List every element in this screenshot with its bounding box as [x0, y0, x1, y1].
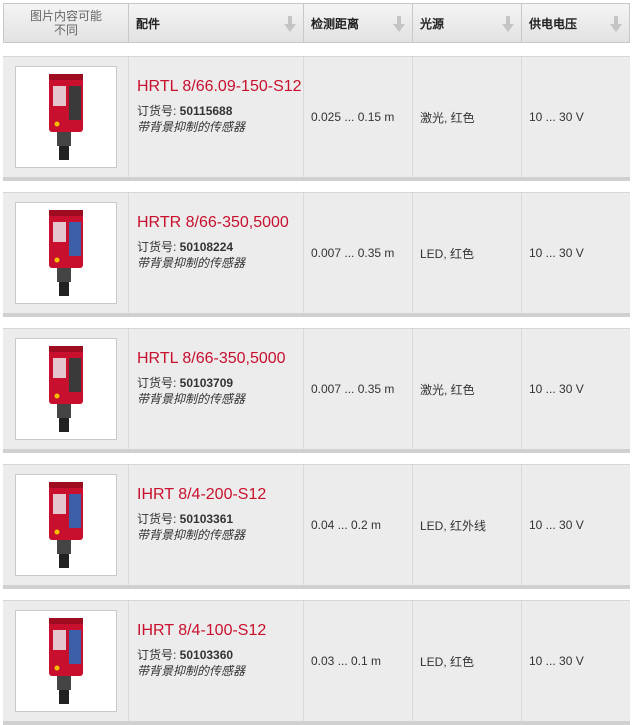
- order-number: 订货号: 50103709: [137, 376, 234, 390]
- part-cell: HRTR 8/66-350,5000 订货号: 50108224 带背景抑制的传…: [129, 193, 304, 313]
- range-cell: 0.04 ... 0.2 m: [304, 465, 413, 585]
- sensor-icon: [48, 210, 83, 296]
- sort-arrow-icon[interactable]: [392, 15, 406, 33]
- detection-range: 0.007 ... 0.35 m: [311, 246, 395, 260]
- sensor-icon: [48, 346, 83, 432]
- detection-range: 0.025 ... 0.15 m: [311, 110, 395, 124]
- range-cell: 0.007 ... 0.35 m: [304, 193, 413, 313]
- voltage-cell: 10 ... 30 V: [522, 329, 630, 449]
- detection-range: 0.04 ... 0.2 m: [311, 518, 382, 532]
- part-cell: HRTL 8/66-350,5000 订货号: 50103709 带背景抑制的传…: [129, 329, 304, 449]
- sort-arrow-icon[interactable]: [501, 15, 515, 33]
- part-cell: IHRT 8/4-100-S12 订货号: 50103360 带背景抑制的传感器: [129, 601, 304, 721]
- part-cell: IHRT 8/4-200-S12 订货号: 50103361 带背景抑制的传感器: [129, 465, 304, 585]
- light-cell: LED, 红色: [413, 601, 522, 721]
- light-source: 激光, 红色: [420, 110, 475, 125]
- table-row: HRTR 8/66-350,5000 订货号: 50108224 带背景抑制的传…: [3, 192, 630, 317]
- header-image-col-label: 图片内容可能不同: [29, 9, 102, 37]
- order-number: 订货号: 50103360: [137, 648, 234, 662]
- supply-voltage: 10 ... 30 V: [529, 382, 584, 396]
- header-image-col: 图片内容可能不同: [3, 3, 129, 43]
- supply-voltage: 10 ... 30 V: [529, 246, 584, 260]
- sort-arrow-icon[interactable]: [283, 15, 297, 33]
- order-number: 订货号: 50108224: [137, 240, 234, 254]
- header-part-label: 配件: [136, 16, 161, 31]
- product-link[interactable]: IHRT 8/4-200-S12: [137, 485, 303, 505]
- header-light-label: 光源: [420, 16, 445, 31]
- product-link[interactable]: HRTL 8/66-350,5000: [137, 349, 303, 369]
- voltage-cell: 10 ... 30 V: [522, 57, 630, 177]
- header-voltage-label: 供电电压: [529, 16, 578, 31]
- detection-range: 0.03 ... 0.1 m: [311, 654, 382, 668]
- light-cell: LED, 红外线: [413, 465, 522, 585]
- table-row: IHRT 8/4-200-S12 订货号: 50103361 带背景抑制的传感器…: [3, 464, 630, 589]
- supply-voltage: 10 ... 30 V: [529, 518, 584, 532]
- voltage-cell: 10 ... 30 V: [522, 193, 630, 313]
- product-description: 带背景抑制的传感器: [137, 664, 246, 678]
- header-light[interactable]: 光源: [413, 3, 522, 43]
- header-voltage[interactable]: 供电电压: [522, 3, 630, 43]
- light-source: LED, 红色: [420, 246, 475, 261]
- product-image[interactable]: [14, 610, 117, 712]
- voltage-cell: 10 ... 30 V: [522, 601, 630, 721]
- light-source: LED, 红色: [420, 654, 475, 669]
- table-row: HRTL 8/66-350,5000 订货号: 50103709 带背景抑制的传…: [3, 328, 630, 453]
- product-description: 带背景抑制的传感器: [137, 528, 246, 542]
- sensor-icon: [48, 482, 83, 568]
- range-cell: 0.03 ... 0.1 m: [304, 601, 413, 721]
- image-cell: [3, 465, 129, 585]
- sensor-icon: [48, 74, 83, 160]
- product-image[interactable]: [14, 474, 117, 576]
- supply-voltage: 10 ... 30 V: [529, 110, 584, 124]
- table-row: HRTL 8/66.09-150-S12 订货号: 50115688 带背景抑制…: [3, 56, 630, 181]
- voltage-cell: 10 ... 30 V: [522, 465, 630, 585]
- light-cell: 激光, 红色: [413, 329, 522, 449]
- header-range[interactable]: 检测距离: [304, 3, 413, 43]
- light-source: 激光, 红色: [420, 382, 475, 397]
- order-number: 订货号: 50103361: [137, 512, 234, 526]
- range-cell: 0.025 ... 0.15 m: [304, 57, 413, 177]
- header-part[interactable]: 配件: [129, 3, 304, 43]
- detection-range: 0.007 ... 0.35 m: [311, 382, 395, 396]
- table-header: 图片内容可能不同 配件 检测距离 光源 供电电压: [3, 3, 630, 43]
- product-description: 带背景抑制的传感器: [137, 256, 246, 270]
- part-cell: HRTL 8/66.09-150-S12 订货号: 50115688 带背景抑制…: [129, 57, 304, 177]
- light-cell: LED, 红色: [413, 193, 522, 313]
- order-number: 订货号: 50115688: [137, 104, 233, 118]
- product-link[interactable]: IHRT 8/4-100-S12: [137, 621, 303, 641]
- product-link[interactable]: HRTR 8/66-350,5000: [137, 213, 303, 233]
- image-cell: [3, 329, 129, 449]
- table-row: IHRT 8/4-100-S12 订货号: 50103360 带背景抑制的传感器…: [3, 600, 630, 725]
- sort-arrow-icon[interactable]: [609, 15, 623, 33]
- product-image[interactable]: [14, 66, 117, 168]
- product-link[interactable]: HRTL 8/66.09-150-S12: [137, 77, 303, 97]
- product-image[interactable]: [14, 338, 117, 440]
- product-description: 带背景抑制的传感器: [137, 120, 246, 134]
- header-range-label: 检测距离: [311, 16, 360, 31]
- range-cell: 0.007 ... 0.35 m: [304, 329, 413, 449]
- image-cell: [3, 193, 129, 313]
- sensor-icon: [48, 618, 83, 704]
- product-image[interactable]: [14, 202, 117, 304]
- product-description: 带背景抑制的传感器: [137, 392, 246, 406]
- image-cell: [3, 601, 129, 721]
- light-cell: 激光, 红色: [413, 57, 522, 177]
- light-source: LED, 红外线: [420, 518, 487, 533]
- image-cell: [3, 57, 129, 177]
- supply-voltage: 10 ... 30 V: [529, 654, 584, 668]
